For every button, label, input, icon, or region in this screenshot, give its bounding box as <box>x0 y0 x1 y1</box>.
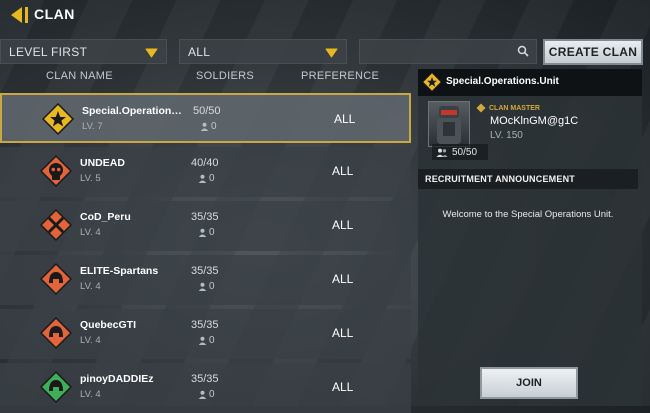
chevron-down-icon <box>325 48 338 58</box>
person-icon <box>198 228 207 237</box>
star-emblem-icon <box>422 72 442 92</box>
back-button[interactable] <box>8 4 32 26</box>
search-box[interactable] <box>359 39 537 65</box>
helmet-emblem-icon <box>40 371 72 403</box>
clan-name: UNDEAD <box>80 157 125 169</box>
clan-name: CoD_Peru <box>80 211 131 223</box>
clan-level: LV. 4 <box>80 227 101 238</box>
members-icon <box>436 148 448 157</box>
clan-master-name: MOcKlnGM@g1C <box>490 115 579 127</box>
clan-online-count: 0 <box>209 173 215 184</box>
clan-name: QuebecGTI <box>80 319 137 331</box>
crossed-emblem-icon <box>40 209 72 241</box>
clan-master-level: LV. 150 <box>490 130 523 141</box>
join-button[interactable]: JOIN <box>480 367 578 399</box>
clan-preference: ALL <box>332 164 354 178</box>
clan-soldiers: 40/40 <box>191 157 219 169</box>
soldier-avatar-icon <box>437 106 461 144</box>
clan-level: LV. 4 <box>80 389 101 400</box>
search-input[interactable] <box>360 40 518 65</box>
sort-dropdown[interactable]: LEVEL FIRST <box>0 39 167 64</box>
clan-online: 0 <box>198 335 215 346</box>
clan-level: LV. 4 <box>80 335 101 346</box>
search-icon[interactable] <box>517 45 529 57</box>
clan-master-label: CLAN MASTER <box>476 103 540 113</box>
chevron-down-icon <box>145 48 158 58</box>
clan-row[interactable]: QuebecGTI LV. 4 35/35 0 ALL <box>0 309 411 359</box>
column-header-preference: PREFERENCE <box>301 70 380 82</box>
clan-row[interactable]: ELITE-Spartans LV. 4 35/35 0 ALL <box>0 255 411 305</box>
recruitment-title: RECRUITMENT ANNOUNCEMENT <box>418 169 638 189</box>
person-icon <box>198 390 207 399</box>
clan-soldiers: 35/35 <box>191 319 219 331</box>
clan-preference: ALL <box>332 272 354 286</box>
member-count-value: 50/50 <box>452 146 478 158</box>
person-icon <box>198 282 207 291</box>
preference-dropdown-label: ALL <box>188 44 211 59</box>
clan-soldiers: 35/35 <box>191 211 219 223</box>
clan-online: 0 <box>198 173 215 184</box>
clan-level: LV. 4 <box>80 281 101 292</box>
clan-online-count: 0 <box>209 227 215 238</box>
clan-master-text: CLAN MASTER <box>489 104 540 112</box>
clan-online: 0 <box>198 227 215 238</box>
clan-row[interactable]: UNDEAD LV. 5 40/40 0 ALL <box>0 147 411 197</box>
back-arrow-icon <box>11 7 28 23</box>
clan-online: 0 <box>200 121 217 132</box>
recruitment-text: Welcome to the Special Operations Unit. <box>442 209 614 220</box>
star-emblem-icon <box>42 103 74 135</box>
clan-name: pinoyDADDIEz <box>80 373 154 385</box>
person-icon <box>198 336 207 345</box>
person-icon <box>200 122 209 131</box>
clan-preference: ALL <box>332 380 354 394</box>
clan-online: 0 <box>198 281 215 292</box>
column-header-clan-name: CLAN NAME <box>46 70 113 82</box>
clan-preference: ALL <box>332 218 354 232</box>
avatar[interactable] <box>428 101 470 147</box>
clan-online-count: 0 <box>211 121 217 132</box>
preference-dropdown[interactable]: ALL <box>179 39 347 64</box>
clan-detail-panel: Special.Operations.Unit CLAN MASTER MOcK… <box>418 69 642 406</box>
helmet-emblem-icon <box>40 317 72 349</box>
person-icon <box>198 174 207 183</box>
clan-name: ELITE-Spartans <box>80 265 159 277</box>
helmet-emblem-icon <box>40 263 72 295</box>
clan-preference: ALL <box>334 112 356 126</box>
clan-row[interactable]: CoD_Peru LV. 4 35/35 0 ALL <box>0 201 411 251</box>
clan-online-count: 0 <box>209 335 215 346</box>
clan-soldiers: 35/35 <box>191 265 219 277</box>
clan-preference: ALL <box>332 326 354 340</box>
create-clan-button[interactable]: CREATE CLAN <box>543 39 643 65</box>
crown-icon <box>476 103 486 113</box>
column-header-soldiers: SOLDIERS <box>196 70 255 82</box>
member-count: 50/50 <box>432 144 488 160</box>
page-title: CLAN <box>34 6 75 22</box>
clan-name: Special.Operations.Uni... <box>82 105 182 117</box>
sort-dropdown-label: LEVEL FIRST <box>9 44 88 59</box>
skull-emblem-icon <box>40 155 72 187</box>
clan-online-count: 0 <box>209 389 215 400</box>
clan-level: LV. 7 <box>82 121 103 132</box>
clan-detail-header: Special.Operations.Unit <box>418 69 642 96</box>
clan-online-count: 0 <box>209 281 215 292</box>
clan-soldiers: 35/35 <box>191 373 219 385</box>
clan-online: 0 <box>198 389 215 400</box>
clan-row[interactable]: Special.Operations.Uni... LV. 7 50/50 0 … <box>0 93 411 143</box>
clan-soldiers: 50/50 <box>193 105 221 117</box>
clan-detail-name: Special.Operations.Unit <box>446 76 559 87</box>
clan-level: LV. 5 <box>80 173 101 184</box>
